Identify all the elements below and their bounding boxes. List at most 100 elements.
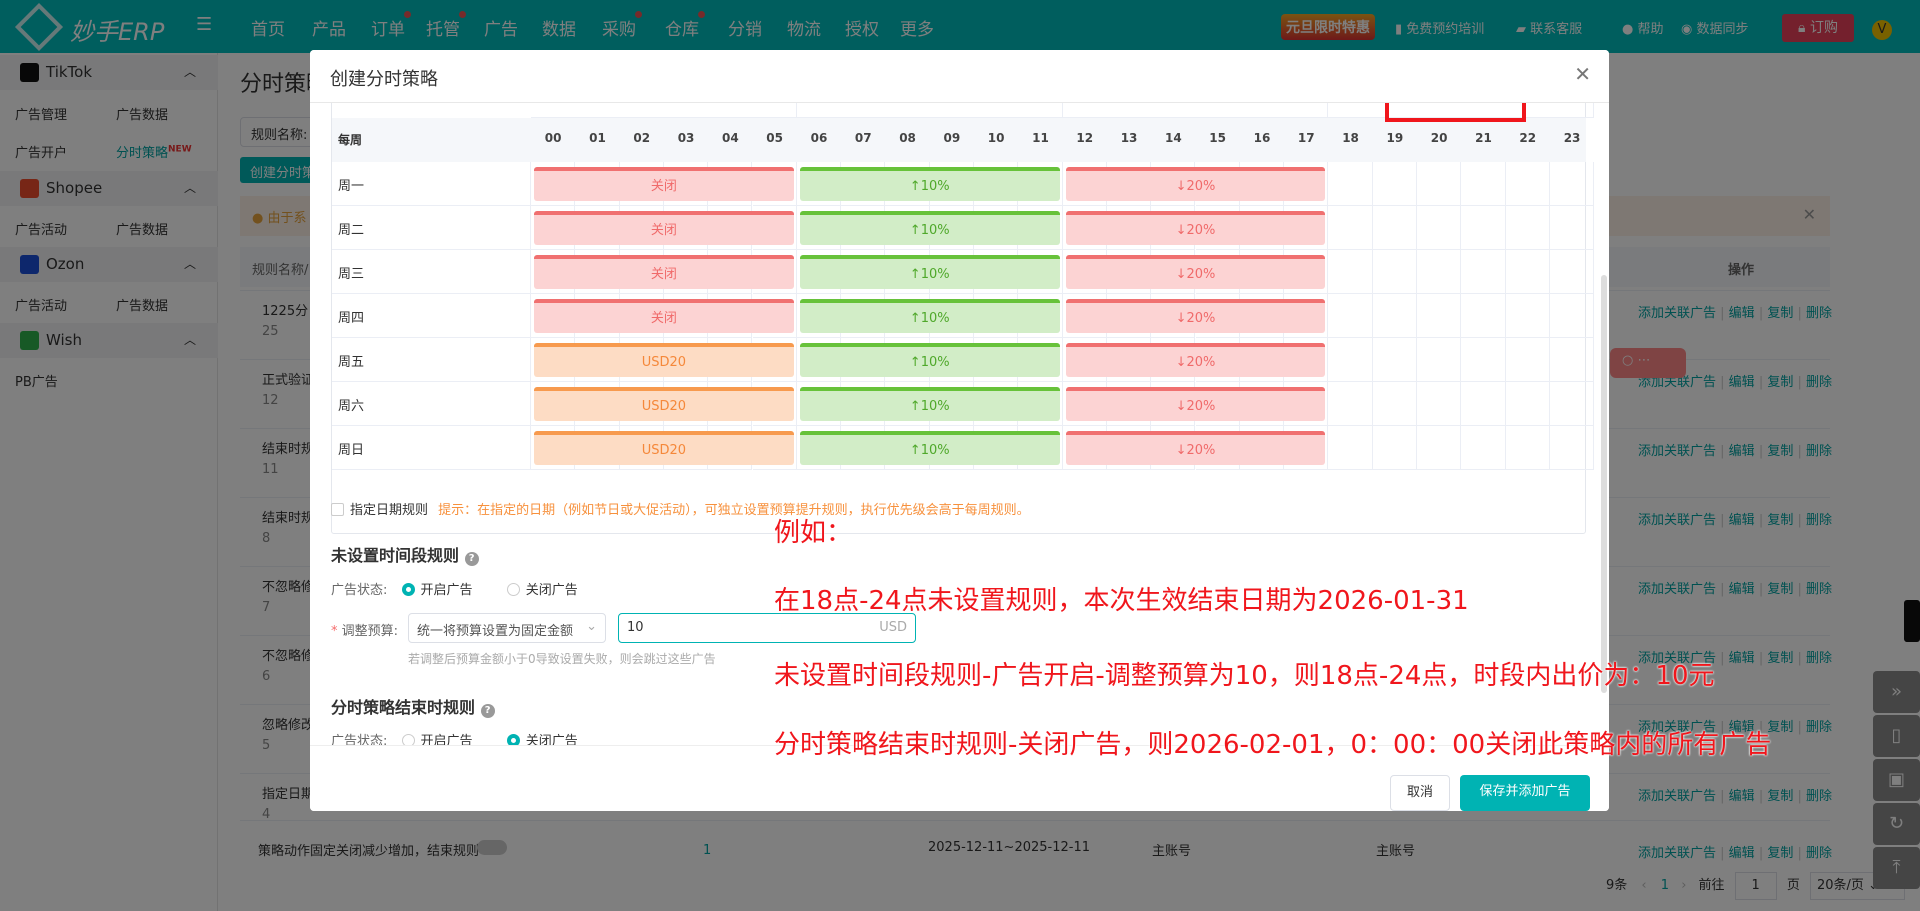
hour-cell[interactable] (1505, 382, 1550, 426)
hour-cell[interactable] (1372, 294, 1417, 338)
hour-cell[interactable] (1417, 250, 1462, 294)
day-label: 周日 (332, 426, 531, 470)
schedule-block-closed[interactable]: 关闭 (534, 299, 794, 333)
hour-cell[interactable] (1328, 250, 1373, 294)
budget-label: * 调整预算: (331, 624, 399, 639)
hour-cell[interactable] (1417, 426, 1462, 470)
hour-header: 08 (899, 131, 916, 145)
hour-header: 01 (589, 131, 606, 145)
hour-cell[interactable] (1372, 206, 1417, 250)
schedule-block-down[interactable]: ↓20% (1065, 387, 1326, 421)
schedule-block-up[interactable]: ↑10% (799, 167, 1060, 201)
hour-cell[interactable] (1549, 382, 1595, 426)
hour-cell[interactable] (1549, 162, 1595, 206)
help-icon[interactable]: ? (464, 552, 479, 566)
hour-cell[interactable] (1417, 338, 1462, 382)
schedule-block-up[interactable]: ↑10% (799, 387, 1060, 421)
hour-header: 15 (1209, 131, 1226, 145)
hour-cell[interactable] (1372, 250, 1417, 294)
hour-cell[interactable] (1461, 338, 1506, 382)
date-rule-tip: 提示：在指定的日期（例如节日或大促活动），可独立设置预算提升规则，执行优先级会高… (438, 503, 1030, 518)
save-and-add-ads-button[interactable]: 保存并添加广告 (1460, 775, 1590, 811)
hour-header: 23 (1563, 131, 1581, 145)
hour-header: 04 (721, 131, 739, 145)
schedule-block-down[interactable]: ↓20% (1065, 167, 1326, 201)
chevron-down-icon: ⌄ (586, 619, 597, 634)
close-icon[interactable]: ✕ (1574, 62, 1591, 86)
schedule-block-down[interactable]: ↓20% (1065, 343, 1326, 377)
budget-value-input[interactable]: 10 USD (618, 613, 916, 643)
hour-cell[interactable] (1505, 294, 1550, 338)
hour-cell[interactable] (1549, 338, 1595, 382)
schedule-block-up[interactable]: ↑10% (799, 343, 1060, 377)
annotation-line-3: 分时策略结束时规则-关闭广告，则2026-02-01，0：00：00关闭此策略内… (774, 730, 1772, 760)
unset-open-radio[interactable]: 开启广告 (401, 583, 473, 598)
hour-cell[interactable] (1461, 162, 1506, 206)
hour-cell[interactable] (1417, 206, 1462, 250)
hour-cell[interactable] (1549, 206, 1595, 250)
schedule-block-down[interactable]: ↓20% (1065, 431, 1326, 465)
day-label: 周五 (332, 338, 531, 382)
hour-cell[interactable] (1328, 426, 1373, 470)
hour-cell[interactable] (1372, 426, 1417, 470)
modal-title: 创建分时策略 (330, 69, 438, 90)
unset-status-row: 广告状态: 开启广告 关闭广告 (331, 583, 578, 598)
schedule-block-up[interactable]: ↑10% (799, 211, 1060, 245)
hour-cell[interactable] (1417, 382, 1462, 426)
hour-header: 09 (943, 131, 961, 145)
day-label: 周二 (332, 206, 531, 250)
schedule-block-up[interactable]: ↑10% (799, 299, 1060, 333)
hour-cell[interactable] (1417, 162, 1462, 206)
date-rule-checkbox[interactable] (331, 503, 344, 516)
hour-cell[interactable] (1461, 206, 1506, 250)
schedule-block-down[interactable]: ↓20% (1065, 255, 1326, 289)
hour-cell[interactable] (1549, 294, 1595, 338)
hour-header: 11 (1032, 131, 1049, 145)
unset-close-radio[interactable]: 关闭广告 (506, 583, 578, 598)
hour-header: 16 (1253, 131, 1271, 145)
cancel-button[interactable]: 取消 (1390, 775, 1450, 811)
schedule-block-up[interactable]: ↑10% (799, 255, 1060, 289)
annotation-line-2: 未设置时间段规则-广告开启-调整预算为10，则18点-24点，时段内出价为：10… (774, 661, 1715, 691)
create-strategy-modal: 创建分时策略 ✕ 00:00:00 - 05:59:5906:00:00 - 1… (310, 50, 1609, 811)
schedule-block-closed[interactable]: 关闭 (534, 255, 794, 289)
hour-cell[interactable] (1328, 206, 1373, 250)
hour-cell[interactable] (1372, 382, 1417, 426)
hour-cell[interactable] (1505, 338, 1550, 382)
budget-mode-select[interactable]: 统一将预算设置为固定金额 ⌄ (408, 613, 606, 643)
hour-cell[interactable] (1461, 426, 1506, 470)
schedule-block-closed[interactable]: 关闭 (534, 211, 794, 245)
schedule-block-fixed[interactable]: USD20 (534, 431, 794, 465)
hour-cell[interactable] (1328, 382, 1373, 426)
hour-cell[interactable] (1328, 338, 1373, 382)
hour-header: 02 (633, 131, 651, 145)
hour-cell[interactable] (1417, 294, 1462, 338)
hour-cell[interactable] (1505, 206, 1550, 250)
schedule-block-down[interactable]: ↓20% (1065, 211, 1326, 245)
hour-cell[interactable] (1372, 162, 1417, 206)
modal-scrollbar[interactable] (1601, 275, 1607, 693)
schedule-block-down[interactable]: ↓20% (1065, 299, 1326, 333)
hour-cell[interactable] (1461, 382, 1506, 426)
hour-cell[interactable] (1328, 294, 1373, 338)
unset-rule-title: 未设置时间段规则 ? (331, 542, 479, 566)
schedule-block-fixed[interactable]: USD20 (534, 343, 794, 377)
hour-cell[interactable] (1505, 250, 1550, 294)
hour-cell[interactable] (1461, 294, 1506, 338)
hour-cell[interactable] (1328, 162, 1373, 206)
help-icon[interactable]: ? (480, 704, 495, 718)
hour-cell[interactable] (1549, 426, 1595, 470)
schedule-grid: 00:00:00 - 05:59:5906:00:00 - 11:59:5912… (331, 73, 1595, 534)
hour-cell[interactable] (1461, 250, 1506, 294)
hour-header: 03 (677, 131, 695, 145)
schedule-block-up[interactable]: ↑10% (799, 431, 1060, 465)
schedule-block-closed[interactable]: 关闭 (534, 167, 794, 201)
budget-hint: 若调整后预算金额小于0导致设置失败，则会跳过这些广告 (408, 652, 716, 666)
hour-header: 12 (1076, 131, 1094, 145)
hour-cell[interactable] (1505, 426, 1550, 470)
hour-cell[interactable] (1505, 162, 1550, 206)
schedule-block-fixed[interactable]: USD20 (534, 387, 794, 421)
hour-header: 17 (1297, 131, 1315, 145)
hour-cell[interactable] (1549, 250, 1595, 294)
hour-cell[interactable] (1372, 338, 1417, 382)
